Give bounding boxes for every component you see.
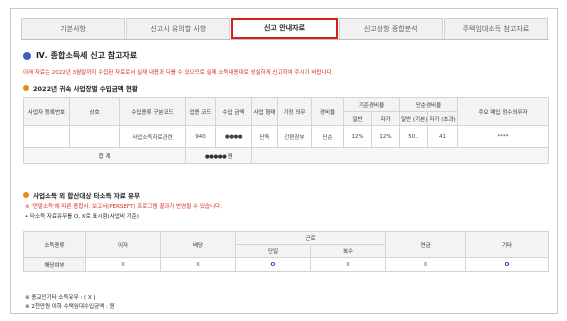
- col-bookkeeping: 기장 의무: [277, 97, 312, 126]
- cell-income-amount: ●●●●: [215, 125, 252, 148]
- cell-dividend: X: [160, 257, 236, 272]
- bullet-icon: [23, 192, 29, 198]
- section-bullet-icon: [23, 51, 31, 60]
- cell-biz-reg-no: [23, 125, 70, 148]
- cell-labor-multiple: X: [310, 257, 386, 272]
- footnote-rental: ※ 2천만원 이하 수택임대수입금액 : 원: [25, 304, 115, 310]
- section-title: Ⅳ. 종합소득세 신고 참고자료: [23, 50, 137, 61]
- col-biz-type: 사업 형태: [251, 97, 278, 126]
- cell-simple-self: 41: [427, 125, 458, 148]
- tab-filing-analysis[interactable]: 신고상항 종합분석: [338, 18, 443, 39]
- section-title-text: Ⅳ. 종합소득세 신고 참고자료: [36, 51, 138, 60]
- col-basic-rate: 기준경비율: [343, 97, 400, 112]
- col-simple-rate: 단순경비율: [399, 97, 458, 112]
- col-income-amount: 수입 금액: [215, 97, 252, 126]
- col-income-kind: 소득종류: [23, 231, 86, 258]
- table-row: 사업소득자료관련 940 ●●●● 단독 간편장부 단순 12% 12% 50.…: [23, 125, 549, 148]
- cell-basic-self: 12%: [371, 125, 400, 148]
- tab-filing-guide-data[interactable]: 신고 안내자료: [231, 18, 338, 39]
- col-expense-rate: 경비율: [311, 97, 344, 126]
- cell-basic-general: 12%: [343, 125, 372, 148]
- col-basic-self: 자가: [371, 111, 400, 126]
- ox-legend-note: • 타소득 자료유무를 O, X로 표시함(사업비 기준): [25, 214, 139, 220]
- col-simple-general: 일반 (기본): [399, 111, 428, 126]
- tab-bar: 기본사항 신고시 유의할 사항 신고 안내자료 신고상항 종합분석 주택임대소득…: [21, 18, 549, 40]
- cell-bookkeeping: 간편장부: [277, 125, 312, 148]
- col-simple-self: 자가 (초과): [427, 111, 458, 126]
- cell-main-purchase: ****: [457, 125, 549, 148]
- cell-pension: X: [385, 257, 466, 272]
- col-industry-code: 업종 코드: [185, 97, 216, 126]
- cell-expense-rate: 단순: [311, 125, 344, 148]
- tab-basic-info[interactable]: 기본사항: [21, 18, 126, 39]
- cell-simple-general: 50..: [399, 125, 428, 148]
- col-dividend: 배당: [160, 231, 236, 258]
- total-blank: [251, 147, 549, 164]
- table-row: 해당여부 X X O X X O: [23, 257, 549, 272]
- bullet-icon: [23, 85, 29, 91]
- cell-trade-name: [69, 125, 120, 148]
- col-basic-general: 일반: [343, 111, 372, 126]
- cell-labor-single: O: [235, 257, 311, 272]
- cell-industry-code: 940: [185, 125, 216, 148]
- other-income-table: 소득종류 이자 배당 근로 연금 기타 단일 복수 해당여부 X X O X X…: [23, 231, 549, 272]
- col-trade-name: 상호: [69, 97, 120, 126]
- col-income-type: 수입종류 구분코드: [119, 97, 186, 126]
- cell-biz-type: 단독: [251, 125, 278, 148]
- cell-income-type: 사업소득자료관련: [119, 125, 186, 148]
- other-income-heading: 사업소득 외 합산대상 타소득 자료 유무: [23, 190, 140, 200]
- col-interest: 이자: [85, 231, 161, 258]
- report-frame: 기본사항 신고시 유의할 사항 신고 안내자료 신고상항 종합분석 주택임대소득…: [10, 8, 558, 314]
- col-main-purchase: 주요 매입 정수의무자: [457, 97, 549, 126]
- footnote-religious: ※ 종교인기타 소득유무 : ( X ): [25, 295, 96, 301]
- row-label-applicable: 해당여부: [23, 257, 86, 272]
- cell-other: O: [465, 257, 549, 272]
- col-other: 기타: [465, 231, 549, 258]
- total-label: 합 계: [23, 147, 186, 164]
- col-pension: 연금: [385, 231, 466, 258]
- total-row: 합 계 ●●●●● 원: [23, 147, 549, 164]
- data-notice: 이래 자료는 2022년 3월말까지 수집된 자료로서 실제 내용과 다를 수 …: [23, 70, 334, 76]
- total-amount: ●●●●● 원: [185, 147, 252, 164]
- income-status-heading: 2022년 귀속 사업장별 수입금액 현황: [23, 83, 138, 93]
- col-biz-reg-no: 사업자 등록번호: [23, 97, 70, 126]
- other-income-title: 사업소득 외 합산대상 타소득 자료 유무: [33, 192, 140, 200]
- col-labor: 근로: [235, 231, 386, 245]
- tab-filing-cautions[interactable]: 신고시 유의할 사항: [126, 18, 231, 39]
- program-notice: ※ '연말소득'에 따른 종합사. 보고서(PERSEFT) 프로그램 결과가 …: [25, 204, 222, 210]
- income-status-table: 사업자 등록번호 상호 수입종류 구분코드 업종 코드 수입 금액 사업 형태 …: [23, 97, 549, 164]
- tab-housing-rental-reference[interactable]: 주택임대소득 참고자료: [443, 18, 549, 39]
- col-labor-single: 단일: [235, 244, 311, 258]
- col-labor-multiple: 복수: [310, 244, 386, 258]
- cell-interest: X: [85, 257, 161, 272]
- income-status-title: 2022년 귀속 사업장별 수입금액 현황: [33, 85, 138, 93]
